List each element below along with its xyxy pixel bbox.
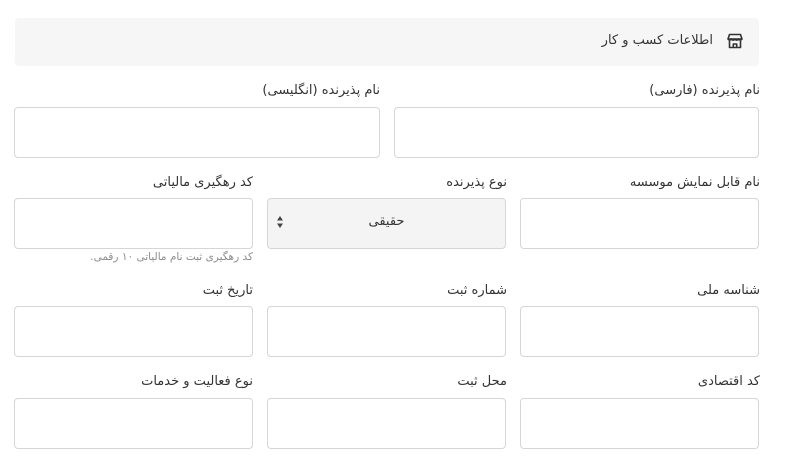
registration-number-label: شماره ثبت: [447, 283, 507, 298]
registration-date-input[interactable]: [14, 306, 253, 357]
registration-number-input[interactable]: [267, 306, 506, 357]
section-header: اطلاعات کسب و کار: [15, 18, 759, 66]
registration-date-label: تاریخ ثبت: [202, 283, 253, 298]
registration-place-label: محل ثبت: [457, 374, 507, 389]
merchant-name-fa-label: نام پذیرنده (فارسی): [649, 83, 760, 98]
merchant-name-fa-input[interactable]: [394, 107, 759, 158]
display-name-label: نام قابل نمایش موسسه: [629, 175, 760, 190]
store-icon: [727, 33, 743, 49]
merchant-type-select[interactable]: حقیقی: [267, 198, 506, 249]
tax-tracking-code-label: کد رهگیری مالیاتی: [152, 175, 253, 190]
sort-arrows-icon: [277, 216, 283, 228]
economic-code-label: کد اقتصادی: [697, 374, 760, 389]
registration-place-input[interactable]: [267, 398, 506, 449]
display-name-input[interactable]: [520, 198, 759, 249]
economic-code-input[interactable]: [520, 398, 759, 449]
merchant-name-en-input[interactable]: [14, 107, 380, 158]
tax-tracking-code-help: کد رهگیری ثبت نام مالیاتی ۱۰ رقمی.: [90, 251, 253, 263]
merchant-type-value: حقیقی: [368, 214, 405, 229]
section-title: اطلاعات کسب و کار: [601, 33, 713, 48]
national-id-input[interactable]: [520, 306, 759, 357]
merchant-name-en-label: نام پذیرنده (انگلیسی): [262, 83, 380, 98]
national-id-label: شناسه ملی: [697, 283, 760, 298]
activity-type-input[interactable]: [14, 398, 253, 449]
merchant-type-label: نوع پذیرنده: [446, 175, 507, 190]
activity-type-label: نوع فعالیت و خدمات: [141, 374, 253, 389]
tax-tracking-code-input[interactable]: [14, 198, 253, 249]
